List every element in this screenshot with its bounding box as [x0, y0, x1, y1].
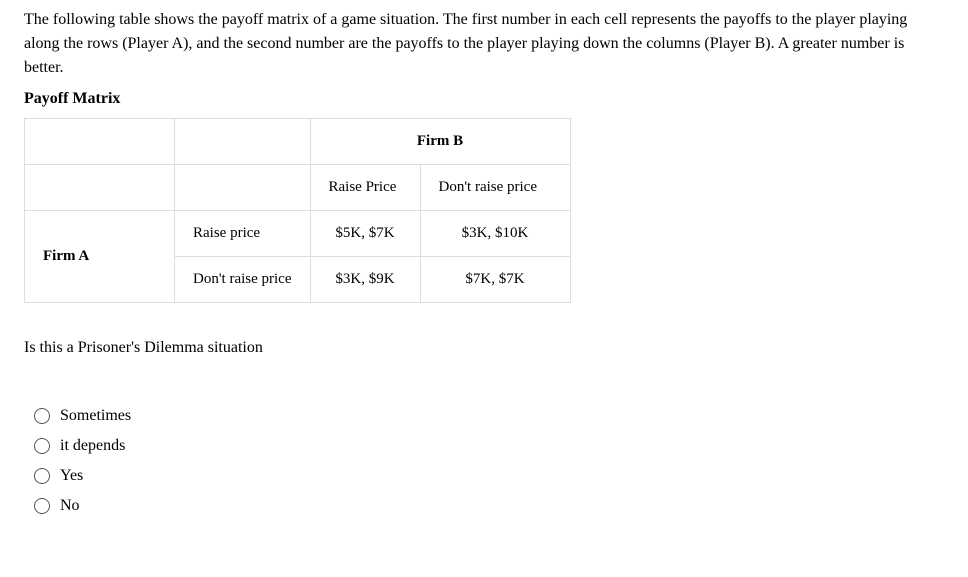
- cell-raise-dont: $3K, $10K: [420, 211, 570, 257]
- radio-icon[interactable]: [34, 408, 50, 424]
- options-group: Sometimes it depends Yes No: [24, 407, 944, 515]
- payoff-matrix-table: Firm B Raise Price Don't raise price Fir…: [24, 118, 571, 303]
- radio-icon[interactable]: [34, 468, 50, 484]
- firm-a-header: Firm A: [25, 211, 175, 303]
- option-it-depends[interactable]: it depends: [34, 437, 944, 455]
- cell-dont-dont: $7K, $7K: [420, 257, 570, 303]
- col-header-dont: Don't raise price: [420, 165, 570, 211]
- row-label-dont: Don't raise price: [175, 257, 311, 303]
- option-label: it depends: [60, 437, 125, 455]
- empty-cell: [25, 119, 175, 165]
- cell-dont-raise: $3K, $9K: [310, 257, 420, 303]
- col-header-raise: Raise Price: [310, 165, 420, 211]
- radio-icon[interactable]: [34, 498, 50, 514]
- firm-b-header: Firm B: [310, 119, 570, 165]
- option-label: Sometimes: [60, 407, 131, 425]
- empty-cell: [175, 165, 311, 211]
- question-text: Is this a Prisoner's Dilemma situation: [24, 339, 944, 357]
- matrix-title: Payoff Matrix: [24, 90, 944, 108]
- option-sometimes[interactable]: Sometimes: [34, 407, 944, 425]
- option-label: No: [60, 497, 80, 515]
- row-label-raise: Raise price: [175, 211, 311, 257]
- empty-cell: [25, 165, 175, 211]
- option-label: Yes: [60, 467, 83, 485]
- empty-cell: [175, 119, 311, 165]
- radio-icon[interactable]: [34, 438, 50, 454]
- option-no[interactable]: No: [34, 497, 944, 515]
- option-yes[interactable]: Yes: [34, 467, 944, 485]
- intro-text: The following table shows the payoff mat…: [24, 8, 944, 80]
- cell-raise-raise: $5K, $7K: [310, 211, 420, 257]
